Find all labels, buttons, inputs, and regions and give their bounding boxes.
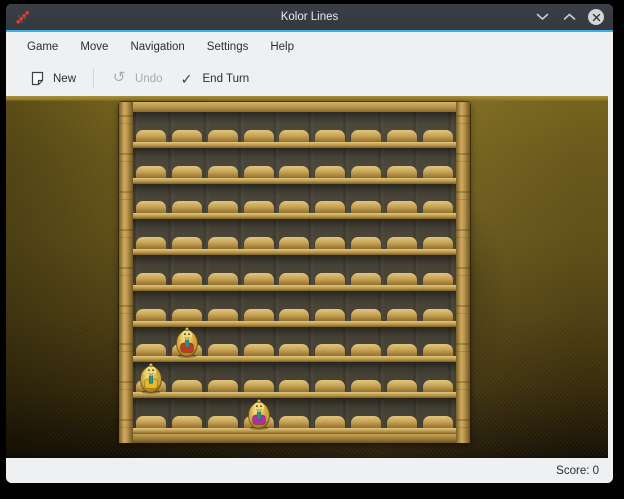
score-text: Score: 0 [556,465,599,477]
menu-help[interactable]: Help [259,37,305,57]
board-right-pillar [456,102,470,443]
undo-button[interactable]: ↺ Undo [103,66,171,92]
board-left-pillar [119,102,133,443]
board-pieces-layer [133,112,456,434]
titlebar[interactable]: Kolor Lines [6,4,613,30]
app-window: Kolor Lines Game Move Navigation [6,4,613,483]
chevron-up-icon [563,13,576,21]
new-game-label: New [53,73,76,85]
window-title: Kolor Lines [281,11,339,23]
menu-navigation[interactable]: Navigation [119,37,195,57]
game-piece-yellow[interactable] [138,362,164,394]
close-button[interactable] [588,9,604,25]
checkmark-icon: ✓ [179,71,195,87]
klines-app-icon[interactable] [15,9,31,25]
statusbar: Score: 0 [6,458,613,483]
menubar: Game Move Navigation Settings Help [6,32,613,61]
menu-game[interactable]: Game [16,37,69,57]
menu-move[interactable]: Move [69,37,119,57]
game-board [119,102,470,443]
board-bottom-beam [119,434,470,443]
end-turn-button[interactable]: ✓ End Turn [171,66,258,92]
board-top-beam [119,102,470,112]
undo-label: Undo [135,73,163,85]
game-area [6,96,608,458]
chevron-down-icon [536,13,549,21]
menu-settings[interactable]: Settings [196,37,260,57]
game-piece-purple[interactable] [246,398,272,430]
new-game-button[interactable]: New [21,66,84,92]
close-x-icon [592,13,601,22]
minimize-button[interactable] [534,9,550,25]
undo-arrow-icon: ↺ [111,70,127,86]
maximize-button[interactable] [561,9,577,25]
toolbar: New ↺ Undo ✓ End Turn [6,61,613,96]
game-piece-red[interactable] [174,326,200,358]
document-new-icon [29,71,45,87]
end-turn-label: End Turn [203,73,250,85]
toolbar-separator [93,68,94,89]
